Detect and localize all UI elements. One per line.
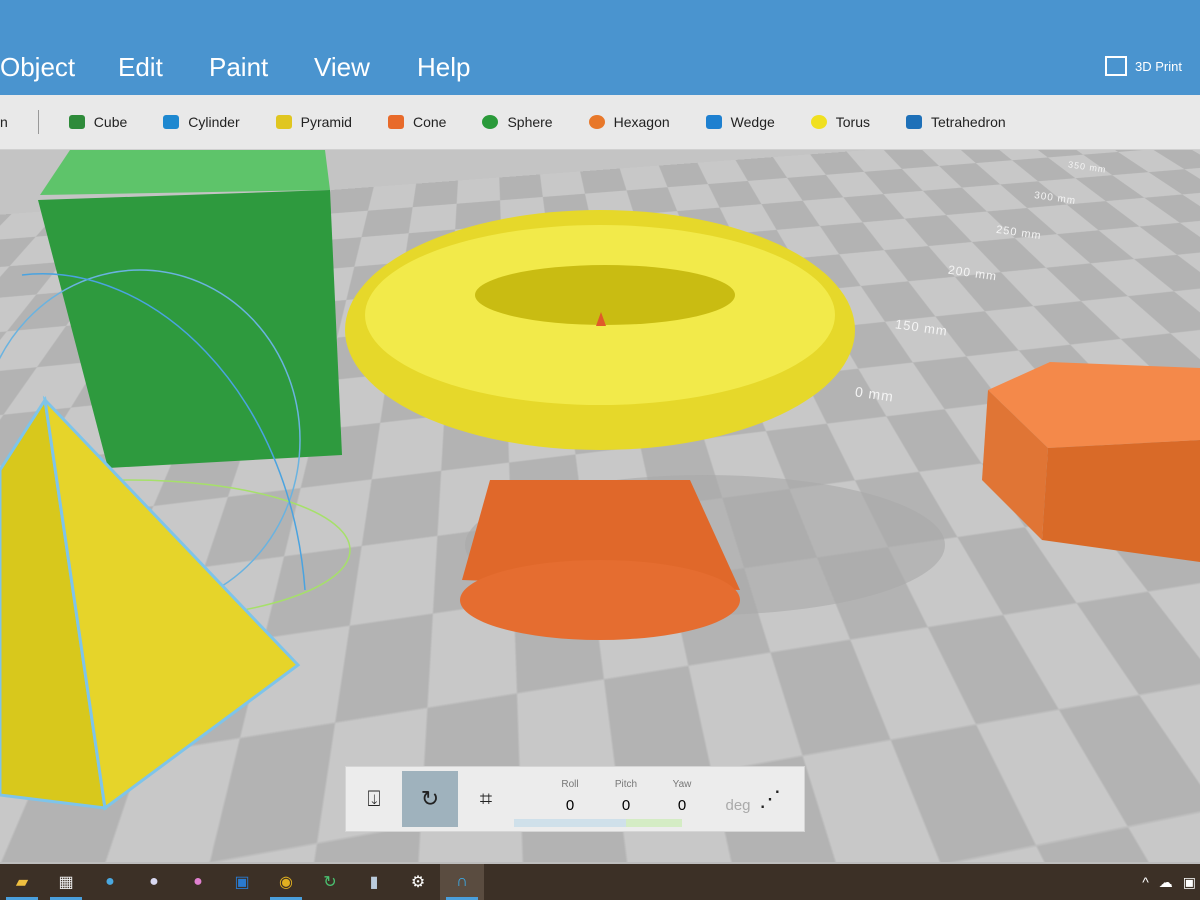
cone-object[interactable]	[460, 480, 740, 640]
sphere-icon	[482, 115, 499, 129]
scale-icon: ⌗	[479, 786, 493, 811]
shape-torus-button[interactable]: Torus	[810, 114, 870, 130]
shape-label: Sphere	[507, 114, 553, 130]
shape-sphere-button[interactable]: Sphere	[482, 114, 553, 130]
network-icon[interactable]: ▣	[1183, 874, 1196, 891]
toolbar-partial-item[interactable]: n	[0, 114, 8, 130]
3d-canvas[interactable]: 350 mm 300 mm 250 mm 200 mm 150 mm 0 mm …	[0, 150, 1200, 862]
tray-expand-icon[interactable]: ^	[1142, 874, 1149, 890]
menu-paint[interactable]: Paint	[209, 52, 268, 83]
onedrive-icon[interactable]: ☁	[1159, 874, 1173, 891]
telegram-icon[interactable]: ●	[88, 864, 132, 900]
shape-label: Cone	[412, 114, 447, 130]
store-icon[interactable]: ▦	[44, 864, 88, 900]
shape-cylinder-button[interactable]: Cylinder	[163, 114, 240, 130]
shape-cube-button[interactable]: Cube	[68, 114, 128, 130]
cylinder-icon	[163, 115, 180, 129]
rotate-button[interactable]: ↻	[402, 771, 458, 827]
shape-label: Wedge	[730, 114, 775, 130]
rotate-icon: ↻	[420, 786, 440, 811]
printer-icon	[1105, 56, 1128, 76]
pitch-field[interactable]: Pitch0	[570, 771, 637, 827]
shape-label: Pyramid	[300, 114, 352, 130]
app-icon[interactable]: ●	[176, 864, 220, 900]
shape-label: Cube	[93, 114, 128, 130]
shape-label: Cylinder	[188, 114, 240, 130]
cone-icon	[387, 115, 404, 129]
taskbar: ▰ ▦ ● ● ● ▣ ◉ ↻ ▮ ⚙ ∩ ^ ☁ ▣	[0, 864, 1200, 900]
shape-tetrahedron-button[interactable]: Tetrahedron	[906, 114, 1006, 130]
window-icon[interactable]: ▣	[220, 864, 264, 900]
menu-bar: Object Edit Paint View Help 3D Print	[0, 0, 1200, 95]
notepad-icon[interactable]: ▮	[352, 864, 396, 900]
torus-icon	[810, 115, 827, 129]
menu-object[interactable]: Object	[0, 52, 75, 83]
shape-toolbar: n Cube Cylinder Pyramid Cone Sphere Hexagon We…	[0, 95, 1200, 150]
3d-print-label: 3D Print	[1135, 58, 1182, 74]
paint3d-icon[interactable]: ∩	[440, 864, 484, 900]
shape-label: Tetrahedron	[931, 114, 1006, 130]
yaw-field[interactable]: Yaw 0	[626, 771, 691, 827]
hexagon-icon	[588, 115, 605, 129]
toolbar-divider	[37, 110, 39, 134]
tetrahedron-icon	[906, 115, 922, 129]
shape-cone-button[interactable]: Cone	[387, 114, 447, 130]
unit-label: deg	[725, 797, 751, 814]
menu-view[interactable]: View	[314, 52, 370, 83]
scale-button[interactable]: ⌗	[458, 771, 514, 827]
hexagon-object[interactable]	[982, 362, 1200, 562]
system-tray: ^ ☁ ▣	[1142, 864, 1196, 900]
drop-to-floor-button[interactable]: ⍗	[346, 771, 402, 827]
shape-label: Torus	[835, 114, 870, 130]
shape-wedge-button[interactable]: Wedge	[705, 114, 775, 130]
3d-print-button[interactable]: 3D Print	[1105, 56, 1182, 76]
shape-pyramid-button[interactable]: Pyramid	[275, 114, 352, 130]
chrome-icon[interactable]: ◉	[264, 864, 308, 900]
shape-label: Hexagon	[613, 114, 670, 130]
file-explorer-icon[interactable]: ▰	[0, 864, 44, 900]
rotation-panel: ⍗ ↻ ⌗ Roll0 Pitch0 Yaw0 deg ⋰	[345, 766, 805, 832]
wedge-icon	[705, 115, 722, 129]
sync-icon[interactable]: ↻	[308, 864, 352, 900]
cube-icon	[68, 115, 85, 129]
photos-icon[interactable]: ●	[132, 864, 176, 900]
menu-edit[interactable]: Edit	[118, 52, 163, 83]
roll-field[interactable]: Roll0	[514, 771, 579, 827]
torus-object[interactable]	[345, 210, 855, 450]
cube-object[interactable]	[38, 150, 342, 468]
menu-help[interactable]: Help	[417, 52, 470, 83]
pyramid-icon	[275, 115, 292, 129]
shape-hexagon-button[interactable]: Hexagon	[588, 114, 670, 130]
drop-icon: ⍗	[367, 786, 381, 811]
settings-icon[interactable]: ⚙	[396, 864, 440, 900]
